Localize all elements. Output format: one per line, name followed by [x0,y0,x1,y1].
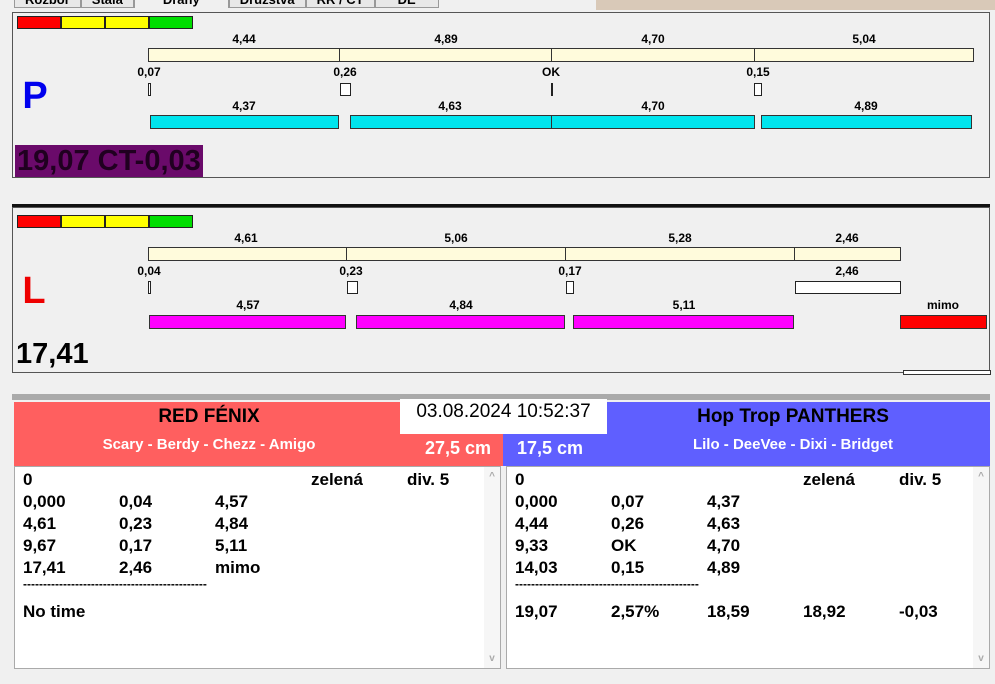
list-header: zelená [803,470,855,489]
right-team-list[interactable]: 0 zelená div. 5 0,000 0,07 4,37 4,44 0,26 4,63… [506,466,990,669]
marker [148,83,151,96]
lane-l-panel: 4,61 5,06 5,28 2,46 0,04 0,23 0,17 2,46 … [12,207,991,375]
list-header: div. 5 [407,470,450,489]
split-bar [346,247,566,261]
tab-de[interactable]: DE [374,0,439,8]
mid-label: 0,17 [558,264,582,278]
left-team-list[interactable]: 0 zelená div. 5 0,000 0,04 4,57 4,61 0,23 4,84… [14,466,501,669]
top-label: 5,28 [668,231,692,245]
lane-letter: P [22,75,48,117]
status-green [149,16,193,29]
team-members: Lilo - DeeVee - Dixi - Bridget [692,436,894,453]
result-bar [350,115,552,129]
scrollbar[interactable]: ^ v [484,467,500,668]
marker [347,281,358,294]
bottom-label: 4,70 [641,99,665,113]
split-bar [339,48,552,62]
result-bar-out [900,315,987,329]
list-header: 0 [23,470,33,489]
team-height: 27,5 cm [424,438,491,458]
top-label: 4,61 [234,231,258,245]
mid-label: 0,07 [137,65,161,79]
window-background [596,0,995,10]
mid-label: OK [542,65,560,79]
marker [551,83,553,96]
split-bar [565,247,795,261]
bottom-label: mimo [926,298,960,312]
bottom-label: 4,84 [449,298,473,312]
marker [754,83,762,96]
split-bar [148,48,340,62]
team-name: Hop Trop PANTHERS [697,406,889,427]
mid-label: 0,26 [333,65,357,79]
mid-label: 0,15 [746,65,770,79]
status-yellow [61,215,105,228]
bottom-label: 5,11 [672,298,696,312]
split-bar [794,247,901,261]
top-label: 5,06 [444,231,468,245]
lane-letter: L [22,270,46,312]
marker [903,370,991,375]
result-bar [551,115,755,129]
tab-rozbor[interactable]: Rozbor [14,0,81,8]
split-bar [754,48,974,62]
mid-label: 2,46 [835,264,859,278]
result-bar [761,115,972,129]
tab-druzstva[interactable]: Družstva [228,0,306,8]
bottom-label: 4,63 [438,99,462,113]
status-red [17,16,61,29]
marker [795,281,901,294]
team-name: RED FÉNIX [158,406,260,427]
status-green [149,215,193,228]
status-yellow [105,16,149,29]
result-bar [149,315,346,329]
bottom-label: 4,89 [854,99,878,113]
top-label: 2,46 [835,231,859,245]
marker [148,281,151,294]
tab-drahy[interactable]: Dráhy [133,0,229,8]
top-label: 4,89 [434,32,458,46]
split-bar [551,48,755,62]
datetime: 03.08.2024 10:52:37 [400,399,607,434]
bottom-label: 4,57 [236,298,260,312]
result-bar [150,115,339,129]
total-result: 19,07 CT-0,03 [15,145,203,177]
list-header: zelená [311,470,363,489]
top-label: 4,70 [641,32,665,46]
status-red [17,215,61,228]
mid-label: 0,23 [339,264,363,278]
list-header: div. 5 [899,470,942,489]
split-bar [148,247,347,261]
team-height: 17,5 cm [517,438,584,458]
list-header: 0 [515,470,525,489]
result-bar [573,315,794,329]
top-label: 4,44 [232,32,256,46]
status-yellow [61,16,105,29]
marker [566,281,574,294]
team-members: Scary - Berdy - Chezz - Amigo [102,436,316,453]
tab-rr-ct[interactable]: RR / CT [305,0,375,8]
status-yellow [105,215,149,228]
total-result: 17,41 [16,338,89,370]
lane-p-panel: 4,44 4,89 4,70 5,04 0,07 0,26 OK 0,15 P … [12,12,990,178]
marker [340,83,351,96]
result-bar [356,315,565,329]
tab-bar: Rozbor Stála Dráhy Družstva RR / CT DE [14,0,439,8]
top-label: 5,04 [852,32,876,46]
mid-label: 0,04 [137,264,161,278]
bottom-label: 4,37 [232,99,256,113]
tab-stala[interactable]: Stála [80,0,134,8]
scrollbar[interactable]: ^ v [973,467,989,668]
